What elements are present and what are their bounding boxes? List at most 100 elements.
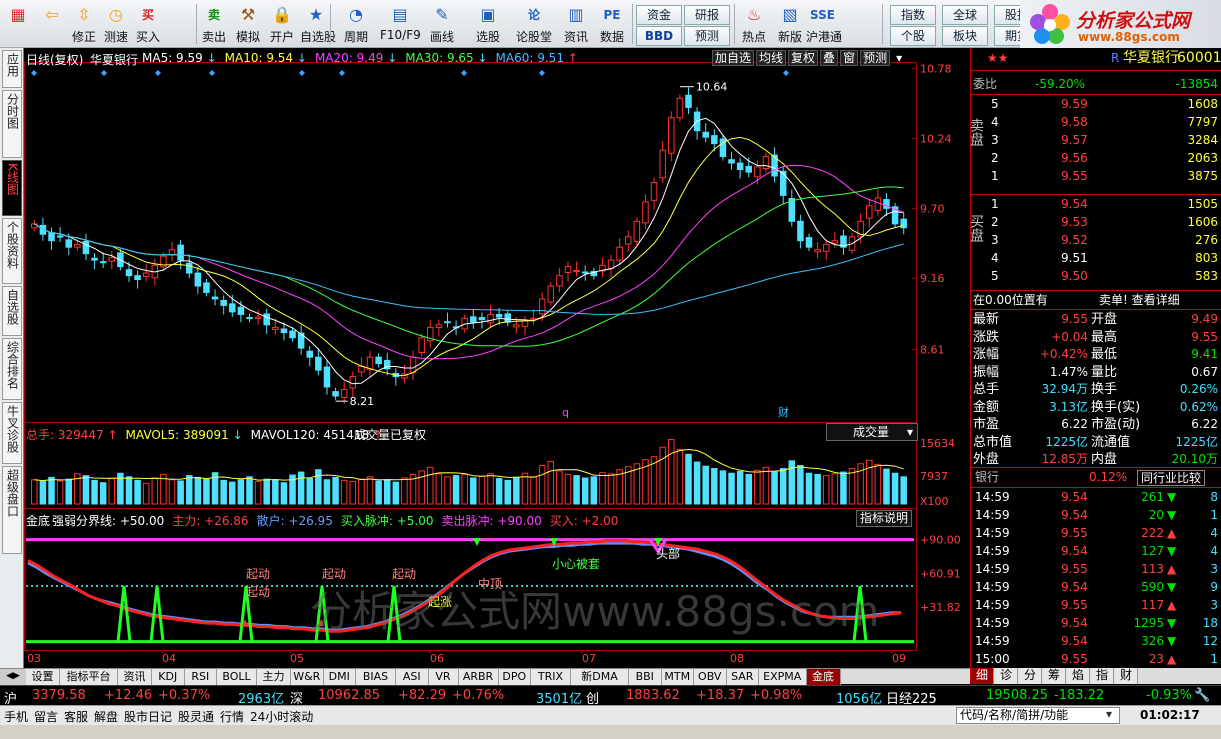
function-link[interactable]: 股灵通 — [178, 708, 214, 725]
info-diamond-icon[interactable] — [299, 70, 305, 76]
function-link[interactable]: 股市日记 — [124, 708, 172, 725]
industry-compare-button[interactable]: 同行业比较 — [1137, 470, 1206, 486]
kline-header-btn[interactable]: 均线 — [756, 50, 787, 66]
indicator-tab[interactable]: ASI — [396, 669, 429, 685]
quick-btn-3[interactable]: 预测 — [684, 26, 730, 46]
left-tab-4[interactable]: 自选股 — [2, 286, 22, 336]
star-icon[interactable]: ★★ — [987, 50, 1009, 67]
volume-indicator-select[interactable]: 成交量 ▾ — [826, 423, 918, 441]
toolbar-btn-lock[interactable]: 🔒 开户 — [266, 2, 298, 46]
toolbar-btn-updown-arrows[interactable]: ⇳ 修正 — [68, 2, 100, 46]
indicator-tab[interactable]: OBV — [694, 669, 727, 685]
volume-bar — [297, 471, 305, 505]
toolbar-btn-speed-clock[interactable]: ◷ 测速 — [100, 2, 132, 46]
quick-btn-8[interactable]: 板块 — [942, 26, 988, 46]
panel-tab[interactable]: 分 — [1019, 668, 1042, 684]
indicator-tab[interactable]: 新DMA — [571, 669, 629, 685]
indicator-tab[interactable]: TRIX — [531, 669, 571, 685]
kline-header-btn[interactable]: 窗 — [840, 50, 859, 66]
info-diamond-icon[interactable] — [539, 70, 545, 76]
toolbar-btn-f10-window[interactable]: ▤ F10/F9 — [380, 2, 421, 46]
toolbar-btn-pe-data[interactable]: PE 数据 — [596, 2, 628, 46]
tab-scroll-arrows[interactable]: ◀▶ — [0, 669, 26, 685]
indicator-tab[interactable]: BBI — [629, 669, 662, 685]
info-diamond-icon[interactable] — [31, 70, 37, 76]
info-diamond-icon[interactable] — [783, 70, 789, 76]
toolbar-btn-back-arrow[interactable]: ⇦ — [36, 2, 68, 46]
toolbar-btn-monitor[interactable]: ▣ 选股 — [466, 2, 510, 46]
indicator-tab[interactable]: 金底 — [806, 669, 841, 685]
quick-btn-7[interactable]: 个股 — [890, 26, 936, 46]
quick-btn-2[interactable]: BBD — [636, 26, 682, 46]
indicator-tab[interactable]: BOLL — [217, 669, 257, 685]
left-tab-2[interactable]: K线图 — [2, 160, 22, 216]
function-link[interactable]: 24小时滚动 — [250, 708, 313, 725]
function-link[interactable]: 解盘 — [94, 708, 118, 725]
chevron-down-icon[interactable]: ▾ — [896, 51, 902, 65]
toolbar-btn-discussion[interactable]: 论论股堂 — [514, 2, 554, 46]
toolbar-btn-buy[interactable]: 买买入 — [132, 2, 164, 46]
toolbar-btn-windows-grid[interactable]: ▦ — [2, 2, 34, 46]
info-diamond-icon[interactable] — [461, 70, 467, 76]
indicator-tab[interactable]: 设置 — [26, 669, 60, 685]
panel-tab[interactable]: 细 — [971, 668, 994, 684]
indicator-help-button[interactable]: 指标说明 — [856, 510, 913, 527]
toolbar-btn-hot[interactable]: ♨ 热点 — [736, 2, 772, 46]
quick-btn-0[interactable]: 资金 — [636, 5, 682, 25]
indicator-tab[interactable]: RSI — [184, 669, 217, 685]
toolbar-btn-new-version[interactable]: ▧ 新版 — [774, 2, 806, 46]
panel-tab[interactable]: 焰 — [1067, 668, 1090, 684]
wrench-icon[interactable]: 🔧 — [1194, 688, 1210, 703]
info-diamond-icon[interactable] — [209, 70, 215, 76]
toolbar-btn-cycle-clock[interactable]: ◔ 周期 — [334, 2, 378, 46]
panel-tab[interactable]: 诊 — [995, 668, 1018, 684]
quick-btn-5[interactable]: 全球 — [942, 5, 988, 25]
left-tab-3[interactable]: 个股资料 — [2, 218, 22, 284]
kline-header-btn[interactable]: 叠 — [820, 50, 839, 66]
indicator-tab[interactable]: 资讯 — [118, 669, 152, 685]
indicator-tab[interactable]: MTM — [661, 669, 694, 685]
indicator-tab[interactable]: EXPMA — [759, 669, 807, 685]
info-diamond-icon[interactable] — [101, 70, 107, 76]
panel-tab[interactable]: 筹 — [1043, 668, 1066, 684]
indicator-tab[interactable]: DPO — [498, 669, 531, 685]
indicator-tab[interactable]: BIAS — [356, 669, 396, 685]
function-link[interactable]: 客服 — [64, 708, 88, 725]
function-link[interactable]: 留言 — [34, 708, 58, 725]
toolbar-btn-sell[interactable]: 卖卖出 — [198, 2, 230, 46]
left-tab-1[interactable]: 分时图 — [2, 90, 22, 158]
indicator-tab[interactable]: 主力 — [257, 669, 291, 685]
panel-tab[interactable]: 财 — [1115, 668, 1138, 684]
left-tab-6[interactable]: 牛叉诊股 — [2, 402, 22, 464]
function-link[interactable]: 行情 — [220, 708, 244, 725]
info-diamond-icon[interactable] — [339, 70, 345, 76]
left-tab-7[interactable]: 超级盘口 — [2, 466, 22, 554]
left-tab-0[interactable]: 应用 — [2, 50, 22, 88]
search-input[interactable]: 代码/名称/简拼/功能 — [956, 707, 1120, 724]
indicator-tab[interactable]: DMI — [323, 669, 356, 685]
quick-btn-1[interactable]: 研报 — [684, 5, 730, 25]
function-link[interactable]: 手机 — [4, 708, 28, 725]
dropdown-icon[interactable]: ▾ — [1106, 707, 1112, 721]
indicator-tab[interactable]: VR — [428, 669, 459, 685]
notice-link[interactable]: 卖单! 查看详细 — [1099, 292, 1180, 309]
volume-bar — [478, 475, 486, 505]
quick-btn-4[interactable]: 指数 — [890, 5, 936, 25]
toolbar-btn-hammer[interactable]: ⚒ 模拟 — [232, 2, 264, 46]
indicator-tab[interactable]: KDJ — [152, 669, 185, 685]
kline-header-btn[interactable]: 加自选 — [712, 50, 755, 66]
toolbar-btn-star[interactable]: ★ 自选股 — [300, 2, 336, 46]
toolbar-btn-news[interactable]: ▥ 资讯 — [556, 2, 596, 46]
indicator-tab[interactable]: SAR — [726, 669, 759, 685]
indicator-tab[interactable]: W&R — [291, 669, 324, 685]
toolbar-btn-pencil[interactable]: ✎ 画线 — [420, 2, 464, 46]
info-diamond-icon[interactable] — [155, 70, 161, 76]
toolbar-btn-sse-hke[interactable]: SSE 沪港通 — [806, 2, 842, 46]
left-tab-5[interactable]: 综合排名 — [2, 338, 22, 400]
kline-header-btn[interactable]: 复权 — [788, 50, 819, 66]
indicator-tab[interactable]: ARBR — [458, 669, 499, 685]
indicator-tab[interactable]: 指标平台 — [60, 669, 118, 685]
panel-tab[interactable]: 指 — [1091, 668, 1114, 684]
kline-header-btn[interactable]: 预测 — [860, 50, 891, 66]
kline-y-tick: 10.78 — [920, 63, 952, 76]
